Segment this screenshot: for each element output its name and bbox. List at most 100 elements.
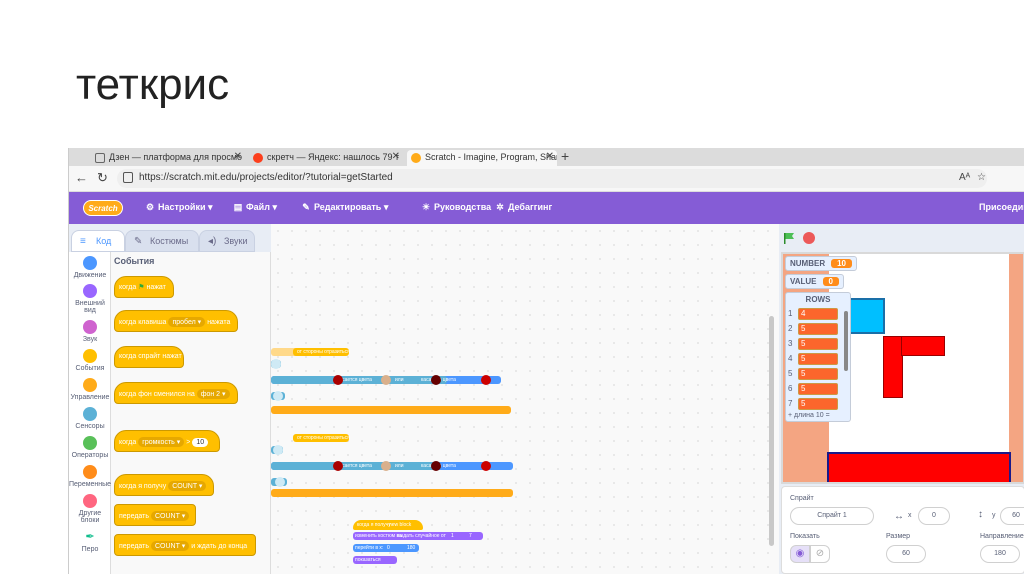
list-footer: + длина 10 = [788,412,830,419]
lightbulb-icon: ☀ [421,202,431,212]
join-link[interactable]: Присоедин [979,202,1024,212]
green-flag-icon[interactable] [783,232,795,244]
block-when-flag-clicked[interactable]: когда ⚑ нажат [114,276,174,298]
block-when-key-pressed[interactable]: когда клавиша пробел ▾ нажата [114,310,238,332]
tab-sounds[interactable]: ◂) Звуки [199,230,255,252]
block-when-loudness[interactable]: когда громкость ▾ >10 [114,430,220,452]
pen-icon: ✒ [85,531,95,543]
category-dot-icon [83,407,97,421]
script-block-switch-costume[interactable]: изменить костюм на выдать случайное от 1 7 [353,532,483,540]
block-broadcast-and-wait[interactable]: передать COUNT ▾ и ждать до конца [114,534,256,556]
y-label: y [992,512,996,519]
category-dot-icon [83,494,97,508]
y-input[interactable]: 60 [1000,507,1024,525]
browser-tab-dzen[interactable]: Дзен — платформа для просмо ✕ [91,150,245,166]
list-title: ROWS [805,295,831,304]
url-text: https://scratch.mit.edu/projects/editor/… [139,172,393,183]
script-block-if[interactable] [271,489,513,497]
script-value-knob [273,391,283,401]
menu-edit[interactable]: ✎ Редактировать ▾ [301,202,388,213]
script-value-knob [275,477,285,487]
script-block-bounce[interactable]: от стороны отразиться [293,348,350,356]
category-column: Движение Внешний вид Звук События Управл… [69,252,111,574]
block-palette: События когда ⚑ нажат когда клавиша пробе… [111,252,271,574]
block-when-i-receive[interactable]: когда я получу COUNT ▾ [114,474,214,496]
color-swatch-red [481,375,491,385]
category-pen[interactable]: ✒ Перо [69,530,111,553]
tab-code[interactable]: ≡ Код [71,230,125,252]
category-my-blocks[interactable]: Другие блоки [69,494,111,524]
favorite-star-icon[interactable]: ☆ [977,172,986,183]
sprite-label: Спрайт [790,495,814,502]
direction-input[interactable]: 180 [980,545,1020,563]
menu-file[interactable]: ▤ Файл ▾ [233,202,277,213]
menu-tutorials[interactable]: ☀ Руководства [421,202,491,213]
block-when-sprite-clicked[interactable]: когда спрайт нажат [114,346,184,368]
read-aloud-icon[interactable]: Aᴬ [959,172,970,183]
script-block-show[interactable]: показаться [353,556,397,564]
show-eye-icon[interactable]: ◉ [790,545,810,563]
category-sensing[interactable]: Сенсоры [69,407,111,430]
category-control[interactable]: Управление [69,378,111,401]
close-tab-icon[interactable]: ✕ [234,151,242,162]
scratch-editor: ≡ Код ✎ Костюмы ◂) Звуки Движение Внешний в… [69,224,1024,574]
category-variables[interactable]: Переменные [69,465,111,488]
back-arrow-icon[interactable]: ← [75,170,88,185]
category-motion[interactable]: Движение [69,256,111,279]
script-block-if[interactable] [271,406,511,414]
color-swatch-maroon [431,461,441,471]
x-arrows-icon: ↔ [894,511,904,522]
palette-title: События [114,256,155,266]
scratch-logo[interactable]: Scratch [83,200,123,216]
yandex-icon [253,153,263,163]
scratch-cat-icon [411,153,421,163]
list-monitor-rows[interactable]: ROWS 14 25 35 45 55 65 75 + длина 10 = [785,292,851,422]
category-dot-icon [83,284,97,298]
globe-icon: ⚙ [145,202,155,212]
menu-settings[interactable]: ⚙ Настройки ▾ [145,202,213,213]
debug-gear-icon: ✲ [496,202,504,212]
script-block-touching-color[interactable]: касается цветаиликасается цвета [271,462,456,470]
color-swatch-red [481,461,491,471]
tab-costumes[interactable]: ✎ Костюмы [125,230,199,252]
sprite-name-input[interactable]: Спрайт 1 [790,507,874,525]
stop-button[interactable] [803,232,815,244]
x-input[interactable]: 0 [918,507,950,525]
block-broadcast[interactable]: передать COUNT ▾ [114,504,196,526]
stage-canvas[interactable]: NUMBER 10 VALUE 0 ROWS 14 25 35 45 55 65 7… [781,252,1024,484]
code-workspace[interactable]: от стороны отразиться касается цветаилик… [271,224,779,574]
color-swatch-dark-red [333,461,343,471]
script-block-touching-color[interactable]: касается цветаиликасается цвета [271,376,456,384]
script-block-bounce[interactable]: от стороны отразиться [293,434,350,442]
tab-label: скретч — Яндекс: нашлось 79 т [267,152,400,162]
show-label: Показать [790,533,820,540]
tetromino-red-floor [827,452,1011,482]
reload-icon[interactable]: ↻ [97,170,108,186]
category-dot-icon [83,256,97,270]
color-swatch-beige [381,375,391,385]
workspace-scrollbar[interactable] [769,316,774,546]
category-sound[interactable]: Звук [69,320,111,343]
menu-debugging[interactable]: ✲ Дебаггинг [495,202,552,213]
category-events[interactable]: События [69,349,111,372]
category-operators[interactable]: Операторы [69,436,111,459]
block-when-backdrop-switches[interactable]: когда фон сменился на фон 2 ▾ [114,382,238,404]
new-tab-button[interactable]: + [561,148,569,164]
speaker-icon: ◂) [208,236,217,247]
close-tab-icon[interactable]: ✕ [392,151,400,162]
close-tab-icon[interactable]: ✕ [546,151,554,162]
size-label: Размер [886,533,911,540]
list-item: 14 [788,308,838,320]
category-dot-icon [83,320,97,334]
color-swatch-dark-red [333,375,343,385]
list-scrollbar[interactable] [844,311,848,371]
browser-tab-yandex[interactable]: скретч — Яндекс: нашлось 79 т ✕ [249,150,403,166]
script-hat-when-receive[interactable]: когда я получу new block [353,520,423,530]
browser-tab-scratch[interactable]: Scratch - Imagine, Program, Shar ✕ [407,150,557,166]
script-block-go-to-xy[interactable]: перейти в x: 0 180 [353,544,419,552]
url-field[interactable]: https://scratch.mit.edu/projects/editor/… [117,169,987,188]
size-input[interactable]: 60 [886,545,926,563]
category-looks[interactable]: Внешний вид [69,284,111,314]
hide-eye-icon[interactable]: ⊘ [810,545,830,563]
category-dot-icon [83,436,97,450]
